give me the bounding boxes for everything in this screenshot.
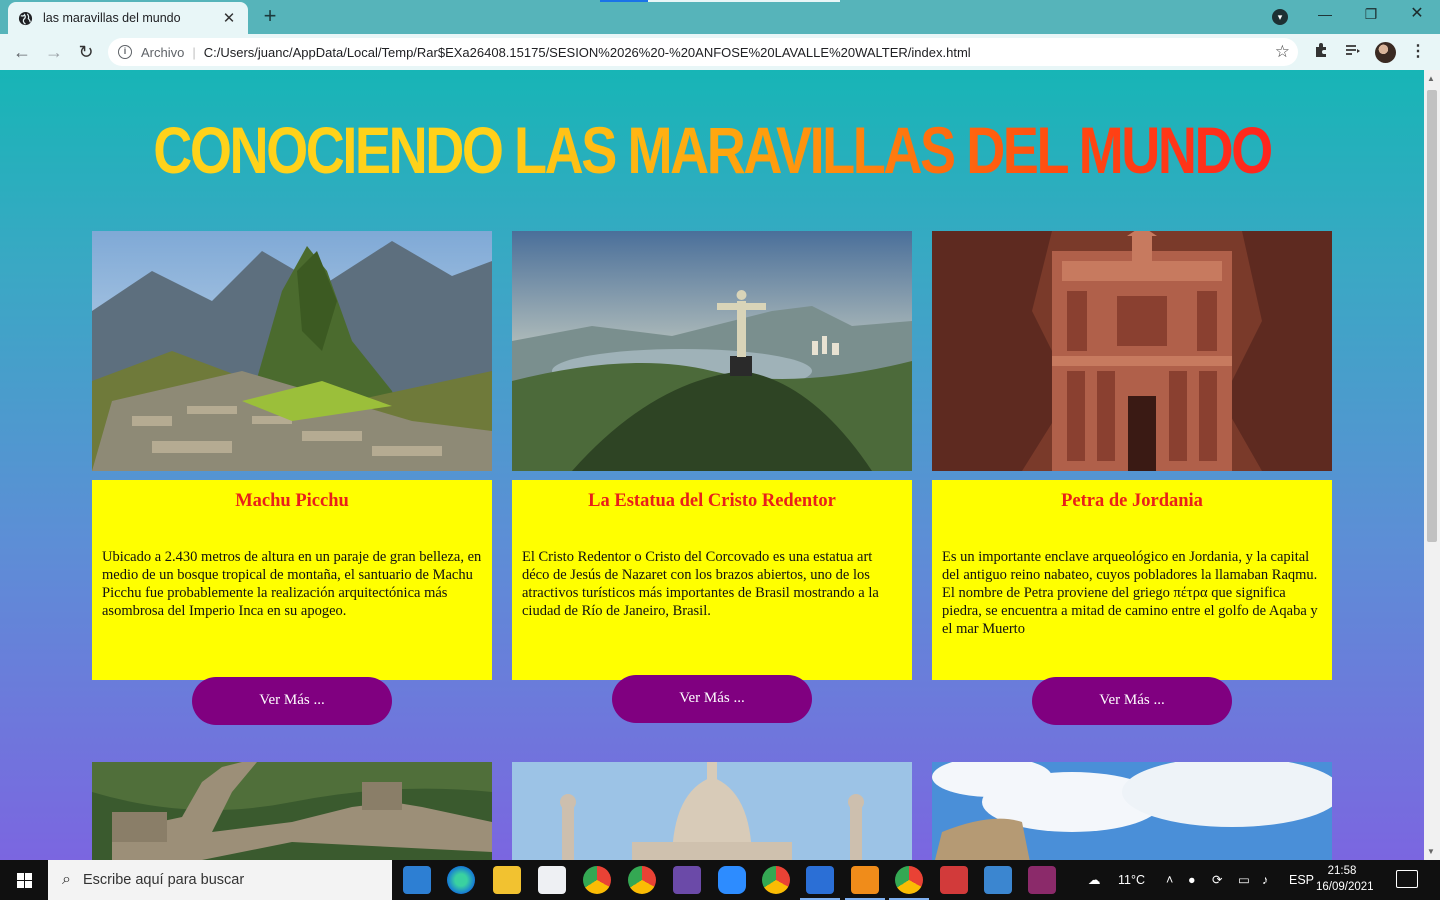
card-description: Es un importante enclave arqueológico en…: [942, 549, 1318, 637]
photos-app-icon[interactable]: [984, 866, 1012, 894]
info-icon[interactable]: i: [118, 45, 132, 59]
back-icon[interactable]: ←: [10, 40, 34, 64]
store-app-icon[interactable]: [538, 866, 566, 894]
close-tab-icon[interactable]: ✕: [220, 9, 238, 27]
clock-time: 21:58: [1327, 865, 1357, 877]
extensions-icon[interactable]: [1311, 42, 1331, 62]
word-doc-app-icon[interactable]: [800, 866, 840, 900]
tab-strip-highlight: [600, 0, 648, 2]
zoom-app-icon[interactable]: [718, 866, 746, 894]
minimize-button[interactable]: —: [1303, 0, 1347, 30]
ver-mas-button[interactable]: Ver Más ...: [1032, 677, 1232, 725]
menu-icon[interactable]: ⋮: [1408, 42, 1428, 62]
taj-mahal-image: [512, 762, 912, 860]
snipping-app-icon[interactable]: [940, 866, 968, 894]
star-icon[interactable]: ☆: [1275, 42, 1290, 62]
page-scrollbar[interactable]: ▲ ▼: [1424, 70, 1440, 860]
card-title: Petra de Jordania: [1061, 491, 1203, 511]
cristo-redentor-image: [512, 231, 912, 471]
card-title: Machu Picchu: [235, 491, 349, 511]
reload-icon[interactable]: ↻: [74, 40, 98, 64]
chrome-profile-app-icon[interactable]: [628, 866, 656, 894]
card-petra: Petra de Jordania Es un importante encla…: [932, 226, 1332, 725]
card-machu-picchu: Machu Picchu Ubicado a 2.430 metros de a…: [92, 231, 492, 725]
chrome-app-icon-2[interactable]: [762, 866, 790, 894]
page-viewport: CONOCIENDO LAS MARAVILLAS DEL MUNDO Mach…: [0, 70, 1424, 860]
scroll-down-icon[interactable]: ▼: [1427, 847, 1435, 856]
card-body: Machu Picchu Ubicado a 2.430 metros de a…: [92, 480, 492, 680]
weather-icon[interactable]: ☁: [1088, 860, 1101, 900]
weather-temp[interactable]: 11°C: [1118, 860, 1145, 900]
card-description: El Cristo Redentor o Cristo del Corcovad…: [522, 549, 879, 619]
language-indicator[interactable]: ESP: [1289, 860, 1314, 900]
start-button[interactable]: [0, 860, 48, 900]
scroll-thumb[interactable]: [1427, 90, 1437, 542]
card-title: La Estatua del Cristo Redentor: [588, 491, 836, 511]
tab-title: las maravillas del mundo: [43, 11, 181, 25]
chrome-app-icon[interactable]: [583, 866, 611, 894]
chrome-active-app-icon[interactable]: [889, 866, 929, 900]
great-wall-image: [92, 762, 492, 860]
card-body: La Estatua del Cristo Redentor El Cristo…: [512, 480, 912, 680]
colosseum-image: [932, 762, 1332, 860]
address-bar[interactable]: i Archivo | C:/Users/juanc/AppData/Local…: [108, 38, 1298, 66]
search-icon: ⌕: [62, 871, 71, 888]
close-window-button[interactable]: ✕: [1395, 0, 1439, 30]
profile-avatar[interactable]: [1375, 42, 1396, 63]
machu-picchu-image: [92, 231, 492, 471]
clock-date: 16/09/2021: [1316, 881, 1374, 893]
browser-tab[interactable]: las maravillas del mundo ✕: [8, 2, 248, 34]
tray-chevron-icon[interactable]: ˄: [1166, 860, 1173, 900]
jw-app-icon[interactable]: [673, 866, 701, 894]
scheme-label: Archivo: [141, 44, 185, 60]
file-explorer-icon[interactable]: [493, 866, 521, 894]
tab-strip: las maravillas del mundo ✕ + ▾ — ❐ ✕: [0, 0, 1440, 34]
windows-taskbar: ⌕ Escribe aquí para buscar ☁ 11°C ˄ ● ⟳ …: [0, 860, 1440, 900]
globe-icon: [18, 11, 33, 25]
card-cristo-redentor: La Estatua del Cristo Redentor El Cristo…: [512, 231, 912, 723]
petra-image: [932, 226, 1332, 471]
system-clock[interactable]: 21:58 16/09/2021: [1316, 863, 1374, 895]
address-separator: |: [192, 44, 196, 60]
restore-button[interactable]: ❐: [1349, 0, 1393, 30]
reading-list-icon[interactable]: [1343, 42, 1363, 62]
network-icon[interactable]: ▭: [1238, 860, 1250, 900]
ver-mas-button[interactable]: Ver Más ...: [612, 675, 812, 723]
card-body: Petra de Jordania Es un importante encla…: [932, 480, 1332, 680]
winrar-app-icon[interactable]: [1028, 866, 1056, 894]
search-placeholder: Escribe aquí para buscar: [82, 872, 245, 888]
page-title: CONOCIENDO LAS MARAVILLAS DEL MUNDO: [128, 110, 1296, 190]
browser-toolbar: ← → ↻ i Archivo | C:/Users/juanc/AppData…: [0, 34, 1440, 70]
volume-icon[interactable]: ♪: [1262, 860, 1268, 900]
edge-app-icon[interactable]: [447, 866, 475, 894]
tray-app-icon[interactable]: ●: [1188, 860, 1196, 900]
forward-icon[interactable]: →: [42, 40, 66, 64]
tray-update-icon[interactable]: ⟳: [1212, 860, 1222, 900]
sublime-app-icon[interactable]: [845, 866, 885, 900]
new-tab-button[interactable]: +: [258, 5, 282, 29]
ver-mas-button[interactable]: Ver Más ...: [192, 677, 392, 725]
mail-app-icon[interactable]: [403, 866, 431, 894]
card-description: Ubicado a 2.430 metros de altura en un p…: [102, 549, 482, 619]
tab-search-icon[interactable]: ▾: [1272, 9, 1288, 25]
scroll-up-icon[interactable]: ▲: [1427, 74, 1435, 83]
windows-logo-icon: [17, 873, 33, 888]
taskbar-search[interactable]: ⌕ Escribe aquí para buscar: [48, 860, 392, 900]
url-text[interactable]: C:/Users/juanc/AppData/Local/Temp/Rar$EX…: [204, 45, 971, 60]
notifications-icon[interactable]: [1396, 870, 1418, 888]
